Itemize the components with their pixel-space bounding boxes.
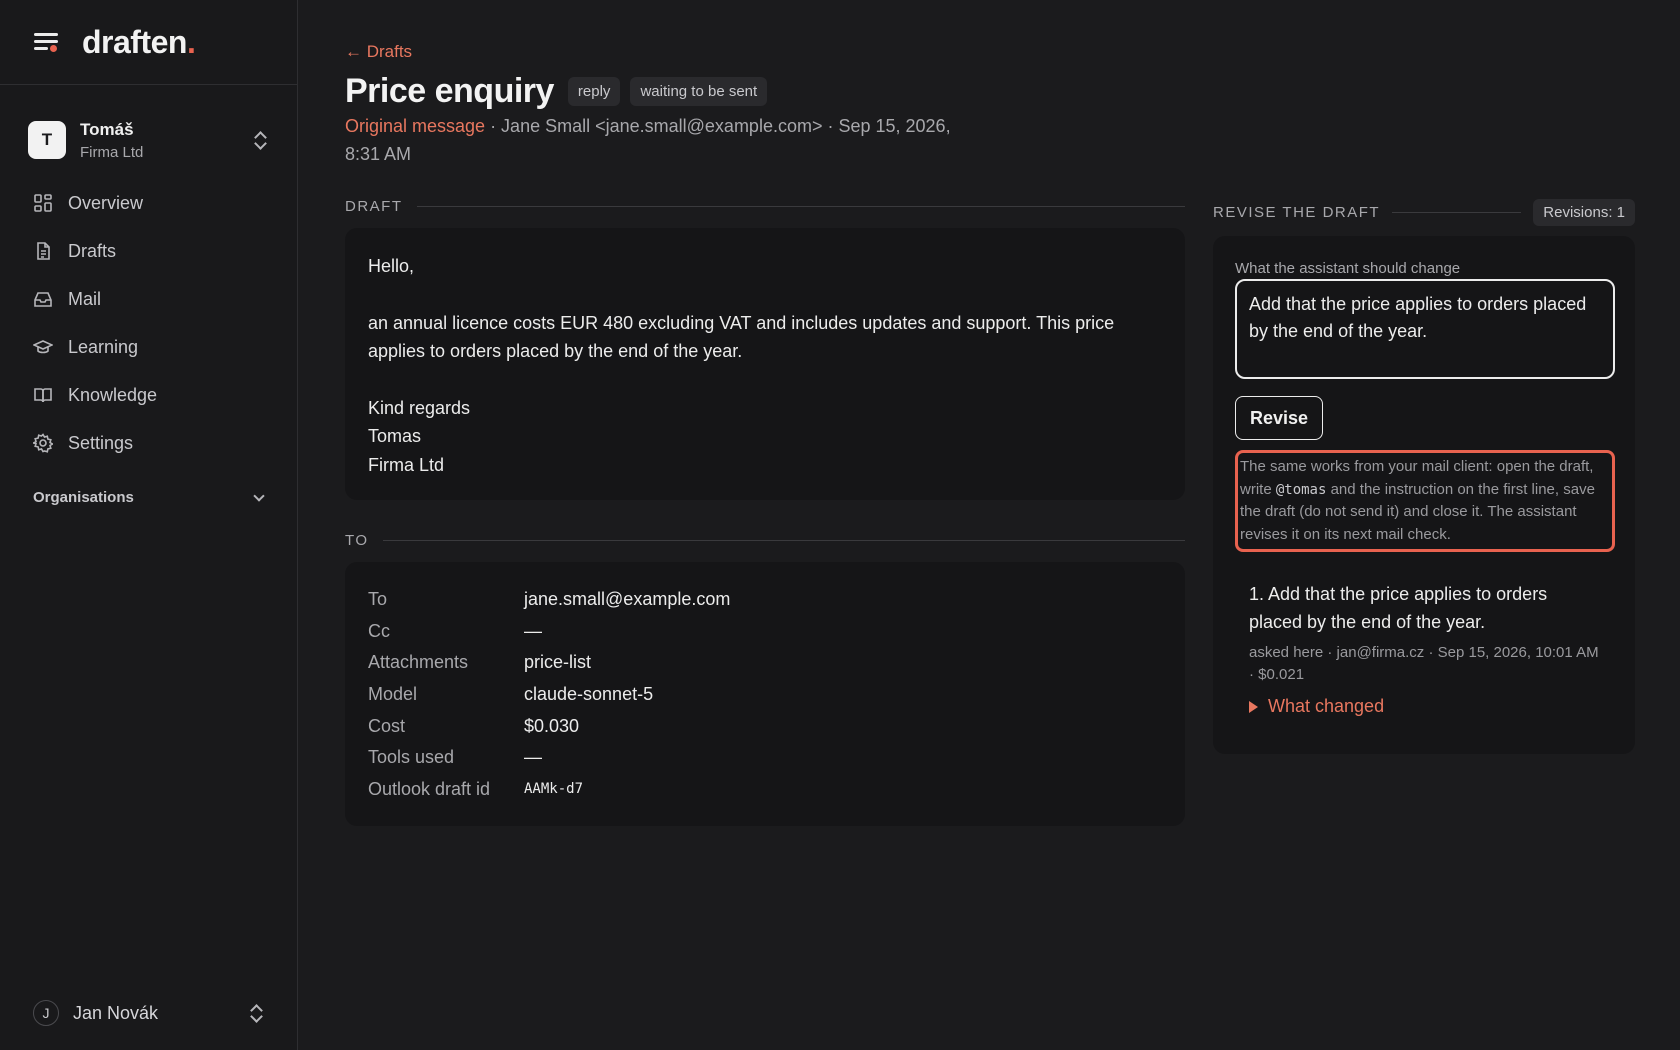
nav-item-settings[interactable]: Settings bbox=[0, 419, 297, 467]
sidebar: draften. T Tomáš Firma Ltd Overview Draf… bbox=[0, 0, 298, 1050]
detail-row-attachments: Attachments price-list bbox=[368, 647, 1162, 679]
nav-label: Settings bbox=[68, 432, 134, 453]
detail-value: AAMk-d7 bbox=[524, 781, 584, 798]
revise-button[interactable]: Revise bbox=[1235, 396, 1324, 440]
detail-value: price-list bbox=[524, 652, 592, 673]
disclosure-triangle-icon bbox=[1249, 700, 1258, 713]
detail-key: To bbox=[368, 589, 388, 610]
app-logo[interactable]: draften. bbox=[82, 24, 196, 61]
brand-bar: draften. bbox=[0, 0, 297, 85]
detail-key: Cc bbox=[368, 620, 390, 641]
detail-key: Model bbox=[368, 684, 418, 705]
organisations-label: Organisations bbox=[33, 489, 134, 506]
message-meta: Original message · Jane Small <jane.smal… bbox=[345, 112, 965, 168]
detail-value: $0.030 bbox=[524, 715, 580, 736]
graduation-cap-icon bbox=[33, 340, 53, 354]
nav-item-knowledge[interactable]: Knowledge bbox=[0, 371, 297, 419]
detail-value: — bbox=[524, 620, 542, 641]
organisations-toggle[interactable]: Organisations bbox=[33, 489, 265, 506]
mention-code: @tomas bbox=[1275, 481, 1327, 498]
user-avatar: J bbox=[33, 1000, 59, 1026]
detail-value: — bbox=[524, 747, 542, 768]
revise-panel: REVISE THE DRAFT Revisions: 1 What the a… bbox=[1213, 198, 1635, 754]
what-changed-toggle[interactable]: What changed bbox=[1249, 696, 1613, 717]
user-name: Jan Novák bbox=[73, 1002, 159, 1023]
nav-item-learning[interactable]: Learning bbox=[0, 323, 297, 371]
user-menu[interactable]: J Jan Novák bbox=[33, 998, 263, 1028]
inbox-icon bbox=[34, 292, 52, 307]
detail-value: claude-sonnet-5 bbox=[524, 684, 654, 705]
account-name: Tomáš bbox=[80, 119, 134, 139]
detail-row-cc: Cc — bbox=[368, 616, 1162, 648]
instruction-textarea[interactable]: Add that the price applies to orders pla… bbox=[1235, 279, 1615, 379]
revision-entry: 1. Add that the price applies to orders … bbox=[1235, 580, 1613, 717]
nav-item-mail[interactable]: Mail bbox=[0, 275, 297, 323]
revision-instruction: 1. Add that the price applies to orders … bbox=[1249, 584, 1548, 632]
to-section-header: TO bbox=[345, 532, 1185, 549]
revisions-count-badge: Revisions: 1 bbox=[1533, 198, 1635, 226]
back-to-drafts-link[interactable]: ← Drafts bbox=[345, 42, 412, 62]
draft-section-header: DRAFT bbox=[345, 198, 1185, 215]
menu-icon[interactable] bbox=[32, 30, 60, 54]
what-changed-label: What changed bbox=[1268, 696, 1385, 716]
chevron-updown-icon bbox=[249, 1003, 263, 1023]
book-icon bbox=[34, 388, 52, 403]
nav-label: Learning bbox=[68, 336, 139, 357]
nav-label: Knowledge bbox=[68, 384, 158, 405]
gear-icon bbox=[33, 433, 53, 453]
detail-key: Outlook draft id bbox=[368, 778, 491, 799]
draft-paragraph: an annual licence costs EUR 480 excludin… bbox=[368, 312, 1115, 362]
revision-meta: asked here · jan@firma.cz · Sep 15, 2026… bbox=[1249, 644, 1599, 683]
nav-item-drafts[interactable]: Drafts bbox=[0, 227, 297, 275]
detail-row-outlook-id: Outlook draft id AAMk-d7 bbox=[368, 774, 1162, 806]
revise-card: What the assistant should change Add tha… bbox=[1213, 236, 1635, 754]
title-row: Price enquiry reply waiting to be sent bbox=[345, 72, 777, 111]
draft-body: Hello, an annual licence costs EUR 480 e… bbox=[345, 228, 1185, 500]
nav-item-overview[interactable]: Overview bbox=[0, 179, 297, 227]
account-org: Firma Ltd bbox=[80, 143, 144, 161]
revise-section-label: REVISE THE DRAFT bbox=[1213, 203, 1381, 221]
nav-label: Drafts bbox=[68, 240, 117, 261]
original-message-link[interactable]: Original message bbox=[345, 116, 485, 136]
to-section-label: TO bbox=[345, 532, 369, 549]
account-avatar: T bbox=[28, 121, 66, 159]
main-nav: Overview Drafts Mail Learning Knowledge … bbox=[0, 179, 297, 467]
detail-row-model: Model claude-sonnet-5 bbox=[368, 679, 1162, 711]
detail-key: Tools used bbox=[368, 747, 455, 768]
status-badge: waiting to be sent bbox=[630, 77, 768, 106]
document-icon bbox=[37, 242, 50, 260]
detail-row-cost: Cost $0.030 bbox=[368, 710, 1162, 742]
draft-closing: Kind regards bbox=[368, 397, 471, 418]
detail-key: Attachments bbox=[368, 652, 469, 673]
detail-row-tools: Tools used — bbox=[368, 742, 1162, 774]
detail-value: jane.small@example.com bbox=[524, 589, 731, 610]
grid-icon bbox=[34, 194, 52, 212]
draft-signature-name: Tomas bbox=[368, 426, 422, 446]
recipient-details: To jane.small@example.com Cc — Attachments… bbox=[345, 562, 1185, 826]
account-switcher[interactable]: T Tomáš Firma Ltd bbox=[28, 115, 267, 165]
revise-section-header: REVISE THE DRAFT Revisions: 1 bbox=[1213, 198, 1635, 226]
mail-client-hint: The same works from your mail client: op… bbox=[1235, 450, 1615, 552]
draft-signature-company: Firma Ltd bbox=[368, 454, 445, 475]
chevron-updown-icon bbox=[253, 130, 267, 150]
type-badge: reply bbox=[567, 77, 621, 106]
chevron-down-icon bbox=[253, 489, 265, 502]
page-title: Price enquiry bbox=[345, 72, 554, 110]
nav-label: Overview bbox=[68, 192, 144, 213]
detail-row-to: To jane.small@example.com bbox=[368, 584, 1162, 616]
nav-label: Mail bbox=[68, 288, 102, 309]
detail-key: Cost bbox=[368, 715, 406, 736]
draft-section-label: DRAFT bbox=[345, 198, 403, 215]
draft-greeting: Hello, bbox=[368, 256, 415, 276]
instruction-field-label: What the assistant should change bbox=[1235, 260, 1461, 277]
